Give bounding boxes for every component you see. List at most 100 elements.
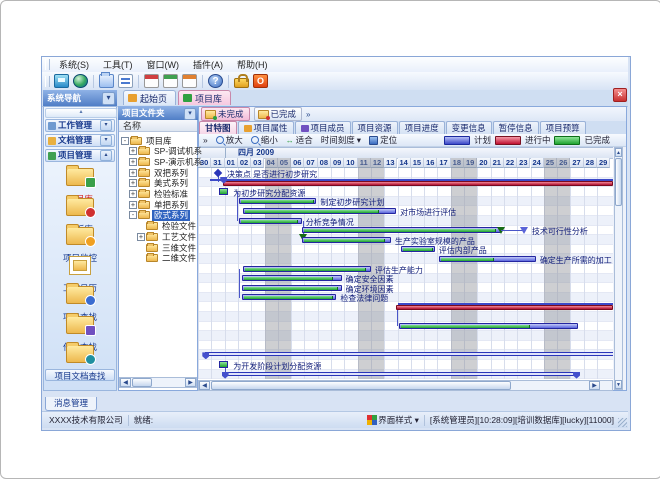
collapse-icon[interactable]: - [121, 137, 129, 145]
expand-icon[interactable]: + [129, 158, 137, 166]
expand-icon[interactable]: + [129, 201, 137, 209]
tree-node-三维文件[interactable]: 三维文件 [119, 242, 215, 253]
task-bar[interactable] [243, 266, 371, 272]
expand-icon[interactable]: + [129, 179, 137, 187]
sidebar-group-工作管理[interactable]: 工作管理▾ [45, 119, 115, 132]
tab-起始页[interactable]: 起始页 [123, 90, 176, 105]
collapse-icon[interactable]: - [129, 211, 137, 219]
task-bar[interactable] [242, 294, 336, 300]
task-bar[interactable] [302, 237, 391, 243]
locate-button[interactable]: 定位 [365, 134, 401, 146]
resize-grip[interactable] [618, 418, 627, 427]
toolbar-grip[interactable] [45, 59, 50, 70]
sidebar-group-文档管理[interactable]: 文档管理▾ [45, 134, 115, 147]
task-bar[interactable] [239, 198, 316, 204]
gantt-tab-甘特图[interactable]: 甘特图 [199, 121, 237, 134]
tree-node-检验标准[interactable]: +检验标准 [119, 189, 207, 200]
menu-item[interactable]: 系统(S) [52, 60, 96, 70]
project-progress-bar[interactable] [223, 181, 613, 186]
stop-icon[interactable]: O [253, 74, 268, 88]
timescale-dropdown[interactable]: 时间刻度▾ [317, 134, 365, 146]
fit-button[interactable]: ↔适合 [282, 134, 317, 146]
gantt-tab-项目属性[interactable]: 项目属性 [238, 121, 294, 134]
close-icon[interactable]: × [613, 88, 627, 102]
scroll-left-icon[interactable]: ◀ [120, 378, 131, 387]
monitor-icon[interactable] [54, 74, 69, 88]
message-manager-tab[interactable]: 消息管理 [45, 397, 97, 411]
chevron-icon[interactable]: ▾ [100, 135, 112, 146]
gantt-chart[interactable]: 四月 2009303101020304050607080910111213141… [198, 147, 613, 391]
chevron-icon[interactable]: ▴ [100, 150, 112, 161]
tree-node-SP-调试机系[interactable]: +SP-调试机系 [119, 146, 207, 157]
gantt-tab-暂停信息[interactable]: 暂停信息 [493, 121, 539, 134]
gantt-tab-变更信息[interactable]: 变更信息 [446, 121, 492, 134]
task-bar[interactable] [219, 361, 228, 368]
in-progress-bar[interactable] [396, 305, 613, 310]
menu-item[interactable]: 工具(T) [96, 60, 140, 70]
scroll-right-icon[interactable]: ▶ [589, 381, 600, 390]
pin-icon[interactable]: ▾ [102, 92, 115, 105]
tree-node-SP-演示机系[interactable]: +SP-演示机系 [119, 156, 207, 167]
sidebar-item-项目文档查找[interactable]: 项目文档查找 [45, 341, 115, 382]
summary-bar[interactable] [205, 352, 613, 356]
task-bar[interactable] [302, 227, 502, 233]
chevron-icon[interactable]: ▾ [100, 120, 112, 131]
scroll-up-icon[interactable]: ▲ [615, 148, 622, 157]
globe-icon[interactable] [73, 74, 88, 88]
task-bar[interactable] [399, 323, 579, 329]
gantt-tab-项目预算[interactable]: 项目预算 [540, 121, 586, 134]
task-bar[interactable] [242, 285, 342, 291]
expand-icon[interactable]: + [129, 190, 137, 198]
tree-node-欧式系列[interactable]: -欧式系列 [119, 210, 207, 221]
gantt-tab-项目成员[interactable]: 项目成员 [295, 121, 351, 134]
gantt-toolbar-overflow[interactable]: » [199, 135, 212, 145]
filter-未完成[interactable]: 未完成 [201, 107, 250, 121]
expand-icon[interactable]: + [129, 147, 137, 155]
tree-node-检验文件[interactable]: 检验文件 [119, 221, 215, 232]
menu-item[interactable]: 插件(A) [186, 60, 230, 70]
gantt-icon[interactable] [118, 74, 133, 88]
help-icon[interactable]: ? [208, 74, 223, 88]
tree-column-header[interactable]: 名称 [119, 120, 197, 132]
scroll-right-icon[interactable]: ▶ [185, 378, 196, 387]
tree-node-项目库[interactable]: -项目库 [119, 135, 199, 146]
cal-red-icon[interactable] [144, 74, 159, 88]
gantt-hscrollbar[interactable]: ◀▶ [198, 380, 613, 391]
tree-node-双把系列[interactable]: +双把系列 [119, 167, 207, 178]
scroll-down-icon[interactable]: ▼ [615, 380, 622, 389]
task-bar[interactable] [239, 218, 302, 224]
zoom-out-button[interactable]: 缩小 [247, 134, 282, 146]
sidebar-group-项目管理[interactable]: 项目管理▴ [45, 149, 115, 162]
menu-item[interactable]: 帮助(H) [230, 60, 275, 70]
task-bar[interactable] [243, 208, 396, 214]
filter-已完成[interactable]: 已完成 [254, 107, 303, 121]
scrollbar-thumb[interactable] [615, 158, 622, 206]
gantt-tab-项目进度[interactable]: 项目进度 [399, 121, 445, 134]
scroll-left-icon[interactable]: ◀ [199, 381, 210, 390]
lock-icon[interactable] [234, 78, 249, 88]
tree-node-二维文件[interactable]: 二维文件 [119, 253, 215, 264]
tree-node-工艺文件[interactable]: +工艺文件 [119, 231, 215, 242]
task-bar[interactable] [401, 246, 434, 252]
gantt-tab-项目资源[interactable]: 项目资源 [352, 121, 398, 134]
expand-icon[interactable]: + [129, 169, 137, 177]
tree-node-美式系列[interactable]: +美式系列 [119, 178, 207, 189]
gantt-vscrollbar[interactable]: ▲ ▼ [614, 147, 623, 390]
cal-orange-icon[interactable] [182, 74, 197, 88]
filter-overflow-chevron[interactable]: » [306, 110, 310, 119]
folder-icon[interactable] [99, 74, 114, 88]
pin-icon[interactable]: ▾ [184, 108, 196, 120]
scrollbar-thumb[interactable] [211, 381, 511, 390]
tree-hscrollbar[interactable]: ◀ ▶ [119, 377, 197, 388]
cal-green-icon[interactable] [163, 74, 178, 88]
task-bar[interactable] [219, 188, 228, 195]
tab-项目库[interactable]: 项目库 [178, 90, 231, 105]
toolbar-grip[interactable] [45, 76, 50, 87]
interface-style-dropdown[interactable]: 界面样式 ▾ [378, 414, 419, 426]
zoom-in-button[interactable]: 放大 [212, 134, 247, 146]
milestone-icon[interactable] [520, 227, 528, 234]
expand-icon[interactable]: + [137, 233, 145, 241]
task-bar[interactable] [242, 275, 342, 281]
tree-node-单把系列[interactable]: +单把系列 [119, 199, 207, 210]
task-bar[interactable] [439, 256, 536, 262]
